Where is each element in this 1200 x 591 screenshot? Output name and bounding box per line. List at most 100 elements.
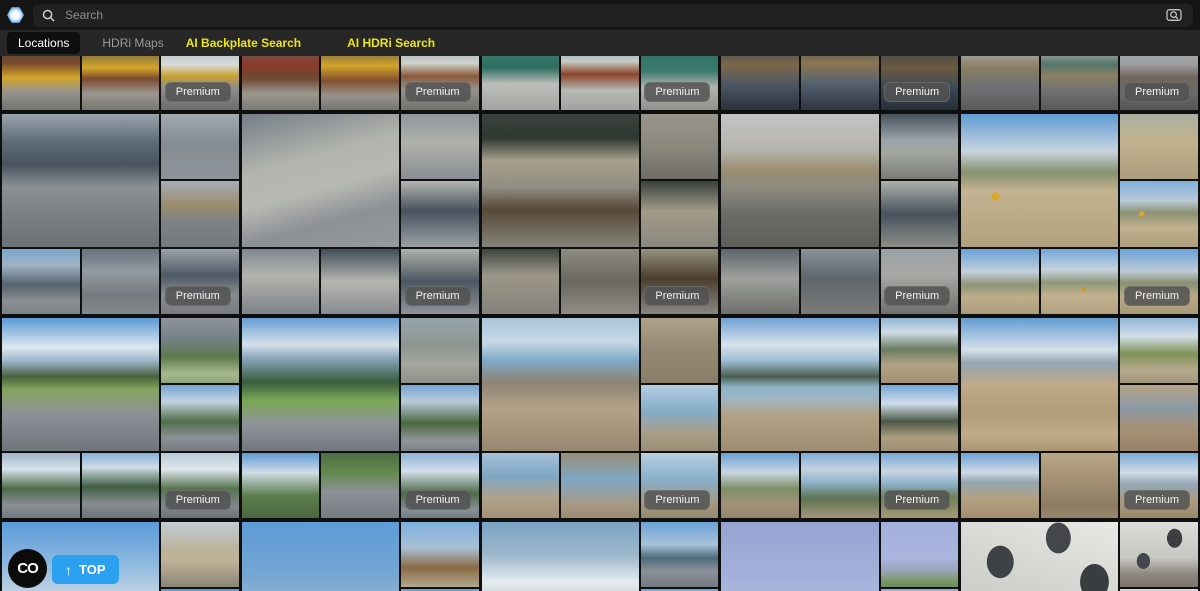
- thumbnail-r1: [881, 114, 959, 179]
- tab-hdri-maps[interactable]: HDRi Maps: [102, 36, 163, 50]
- search-input[interactable]: [63, 7, 1156, 23]
- thumbnail-b2: [561, 453, 639, 518]
- thumbnail-r1: [881, 522, 959, 587]
- thumbnail-b2: [561, 249, 639, 314]
- search-bar[interactable]: [33, 4, 1193, 27]
- thumbnail-b1: [242, 249, 320, 314]
- search-icon: [42, 9, 55, 22]
- location-tile-overcast-city-plaza[interactable]: Premium: [961, 56, 1198, 110]
- thumbnail-r1: [401, 522, 479, 587]
- thumbnail-b2: [801, 56, 879, 110]
- thumbnail-b1: [721, 56, 799, 110]
- premium-badge: Premium: [165, 490, 231, 510]
- thumbnail-r1: [401, 114, 479, 179]
- thumbnail-b1: [242, 56, 320, 110]
- location-tile-lavender-sky-city-skyline[interactable]: Premium: [721, 522, 958, 591]
- app-logo-icon[interactable]: [7, 7, 24, 24]
- premium-badge: Premium: [884, 82, 950, 102]
- thumbnail-b1: [482, 453, 560, 518]
- premium-badge: Premium: [644, 286, 710, 306]
- premium-badge: Premium: [165, 286, 231, 306]
- thumbnail-b2: [321, 249, 399, 314]
- tab-bar: Locations HDRi Maps AI Backplate Search …: [0, 30, 1200, 56]
- thumbnail-b1: [721, 453, 799, 518]
- thumbnail-b1: [961, 453, 1039, 518]
- thumbnail-big: [2, 114, 159, 247]
- thumbnail-b2: [321, 56, 399, 110]
- thumbnail-b1: [961, 56, 1039, 110]
- thumbnail-r2: [401, 385, 479, 450]
- thumbnail-big: [242, 114, 399, 247]
- tab-locations[interactable]: Locations: [7, 32, 80, 54]
- thumbnail-big: [721, 318, 878, 451]
- thumbnail-r1: [161, 318, 239, 383]
- thumbnail-r2: [881, 385, 959, 450]
- premium-badge: Premium: [1124, 490, 1190, 510]
- thumbnail-b1: [2, 56, 80, 110]
- premium-badge: Premium: [884, 490, 950, 510]
- co-logo-button[interactable]: CO: [8, 549, 47, 588]
- scroll-to-top-label: TOP: [79, 562, 106, 577]
- thumbnail-b2: [801, 453, 879, 518]
- thumbnail-b2: [1041, 249, 1119, 314]
- thumbnail-r2: [1120, 385, 1198, 450]
- thumbnail-big: [721, 522, 878, 591]
- thumbnail-r2: [641, 181, 719, 246]
- scroll-to-top-button[interactable]: ↑ TOP: [52, 555, 119, 584]
- location-gallery-viewport[interactable]: PremiumPremiumPremiumPremiumPremiumPremi…: [0, 56, 1200, 591]
- thumbnail-r1: [881, 318, 959, 383]
- location-tile-concrete-curve-glass-circle[interactable]: Premium: [242, 114, 479, 314]
- location-tile-night-wet-street[interactable]: Premium: [721, 56, 958, 110]
- thumbnail-b1: [2, 249, 80, 314]
- thumbnail-r1: [641, 114, 719, 179]
- location-tile-lake-panorama-dirt-track[interactable]: Premium: [721, 318, 958, 518]
- thumbnail-b1: [721, 249, 799, 314]
- premium-badge: Premium: [405, 286, 471, 306]
- location-tile-riverbank-cobblestone[interactable]: Premium: [482, 114, 719, 314]
- thumbnail-r2: [881, 181, 959, 246]
- image-search-button[interactable]: [1164, 6, 1184, 24]
- tab-ai-hdri-search[interactable]: AI HDRi Search: [347, 36, 435, 50]
- location-tile-mountain-hairpin-road[interactable]: Premium: [2, 318, 239, 518]
- image-search-icon: [1166, 8, 1182, 22]
- location-tile-forest-road-curve[interactable]: Premium: [242, 318, 479, 518]
- thumbnail-big: [961, 522, 1118, 591]
- thumbnail-big: [2, 318, 159, 451]
- location-tile-lake-shore-boulders[interactable]: Premium: [482, 318, 719, 518]
- premium-badge: Premium: [1124, 82, 1190, 102]
- thumbnail-big: [721, 114, 878, 247]
- thumbnail-b2: [82, 453, 160, 518]
- location-tile-dirt-lot-yellow-machinery[interactable]: Premium: [961, 114, 1198, 314]
- premium-badge: Premium: [884, 286, 950, 306]
- location-tile-mountain-cloud-highway[interactable]: Premium: [482, 522, 719, 591]
- thumbnail-r2: [161, 385, 239, 450]
- premium-badge: Premium: [405, 490, 471, 510]
- thumbnail-big: [482, 318, 639, 451]
- location-tile-rusty-mine-headframe[interactable]: Premium: [242, 522, 479, 591]
- thumbnail-big: [242, 522, 399, 591]
- thumbnail-b1: [2, 453, 80, 518]
- thumbnail-big: [961, 318, 1118, 451]
- top-bar: [0, 0, 1200, 30]
- premium-badge: Premium: [165, 82, 231, 102]
- location-tile-concrete-government-building[interactable]: Premium: [2, 114, 239, 314]
- location-tile-rail-yard-yellow-caboose[interactable]: Premium: [2, 56, 239, 110]
- thumbnail-r1: [1120, 114, 1198, 179]
- thumbnail-r1: [401, 318, 479, 383]
- thumbnail-big: [482, 114, 639, 247]
- location-tile-rail-yard-boxcars[interactable]: Premium: [242, 56, 479, 110]
- thumbnail-b1: [242, 453, 320, 518]
- location-tile-plaza-columns-reichstag-flag[interactable]: Premium: [721, 114, 958, 314]
- premium-badge: Premium: [405, 82, 471, 102]
- thumbnail-r2: [161, 181, 239, 246]
- thumbnail-r1: [161, 114, 239, 179]
- premium-badge: Premium: [644, 490, 710, 510]
- location-tile-rocky-hill-snow-mountains[interactable]: Premium: [961, 318, 1198, 518]
- tab-ai-backplate-search[interactable]: AI Backplate Search: [186, 36, 301, 50]
- location-tile-white-organic-facade-holes[interactable]: Premium: [961, 522, 1198, 591]
- location-grid: PremiumPremiumPremiumPremiumPremiumPremi…: [0, 56, 1200, 591]
- location-tile-rail-yard-green-coaches[interactable]: Premium: [482, 56, 719, 110]
- thumbnail-b1: [482, 249, 560, 314]
- thumbnail-r1: [1120, 522, 1198, 587]
- thumbnail-r2: [641, 385, 719, 450]
